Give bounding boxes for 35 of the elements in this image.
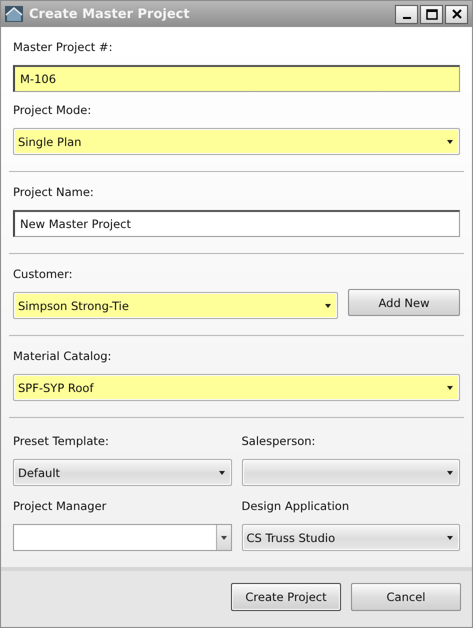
- close-button[interactable]: [445, 4, 468, 24]
- caret-icon: [220, 536, 226, 540]
- combo-box[interactable]: [13, 524, 232, 551]
- minimize-button[interactable]: [395, 4, 418, 24]
- dialog-button[interactable]: Cancel: [351, 583, 461, 611]
- maximize-button[interactable]: [420, 4, 443, 24]
- dropdown[interactable]: SPF-SYP Roof: [13, 374, 460, 401]
- field-label: Design Application: [242, 499, 350, 513]
- field-label: Customer:: [13, 267, 74, 281]
- caret-icon: [325, 304, 331, 308]
- field-label: Salesperson:: [242, 434, 316, 448]
- window-title: Create Master Project: [29, 6, 191, 22]
- dropdown[interactable]: CS Truss Studio: [242, 524, 460, 551]
- caret-icon: [447, 470, 453, 474]
- field-label: Project Mode:: [13, 103, 92, 117]
- add-new-button[interactable]: Add New: [348, 289, 460, 316]
- caret-icon: [218, 470, 224, 474]
- field-label: Project Name:: [13, 185, 95, 199]
- minimize-icon: [402, 17, 410, 19]
- house-icon: [5, 6, 23, 22]
- maximize-icon: [426, 8, 438, 20]
- field-label: Project Manager: [13, 499, 108, 513]
- field-label: Master Project #:: [13, 40, 114, 54]
- text-field[interactable]: M-106: [13, 65, 460, 92]
- dropdown[interactable]: Simpson Strong-Tie: [13, 292, 338, 319]
- dropdown[interactable]: Single Plan: [13, 128, 460, 155]
- caret-icon: [447, 386, 453, 390]
- dropdown[interactable]: Default: [13, 459, 232, 486]
- close-icon: [452, 9, 462, 19]
- field-label: Preset Template:: [13, 434, 110, 448]
- field-label: Material Catalog:: [13, 349, 112, 363]
- text-field[interactable]: New Master Project: [13, 210, 460, 237]
- caret-icon: [447, 140, 453, 144]
- dialog-button[interactable]: Create Project: [231, 583, 341, 611]
- caret-icon: [447, 536, 453, 540]
